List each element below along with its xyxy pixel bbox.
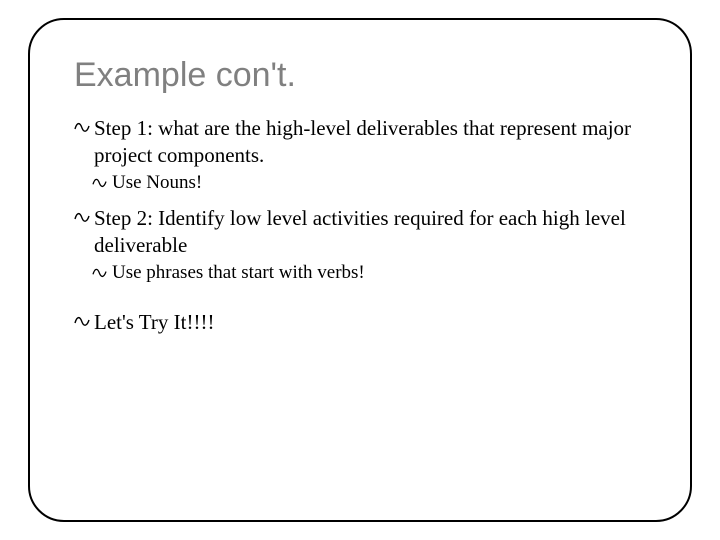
slide-title: Example con't. (74, 56, 646, 95)
squiggle-icon (74, 314, 94, 328)
squiggle-icon (74, 120, 94, 134)
list-item: Use Nouns! (92, 171, 646, 195)
list-item-text: Use Nouns! (112, 171, 202, 195)
squiggle-icon (92, 176, 112, 189)
list-item-text: Step 2: Identify low level activities re… (94, 205, 646, 259)
squiggle-icon (74, 210, 94, 224)
list-item: Let's Try It!!!! (74, 309, 646, 336)
list-item-text: Let's Try It!!!! (94, 309, 214, 336)
squiggle-icon (92, 266, 112, 279)
list-item: Use phrases that start with verbs! (92, 261, 646, 285)
slide: Example con't. Step 1: what are the high… (0, 0, 720, 540)
list-item-text: Use phrases that start with verbs! (112, 261, 365, 285)
list-item-text: Step 1: what are the high-level delivera… (94, 115, 646, 169)
list-item: Step 2: Identify low level activities re… (74, 205, 646, 259)
slide-frame: Example con't. Step 1: what are the high… (28, 18, 692, 522)
list-item: Step 1: what are the high-level delivera… (74, 115, 646, 169)
